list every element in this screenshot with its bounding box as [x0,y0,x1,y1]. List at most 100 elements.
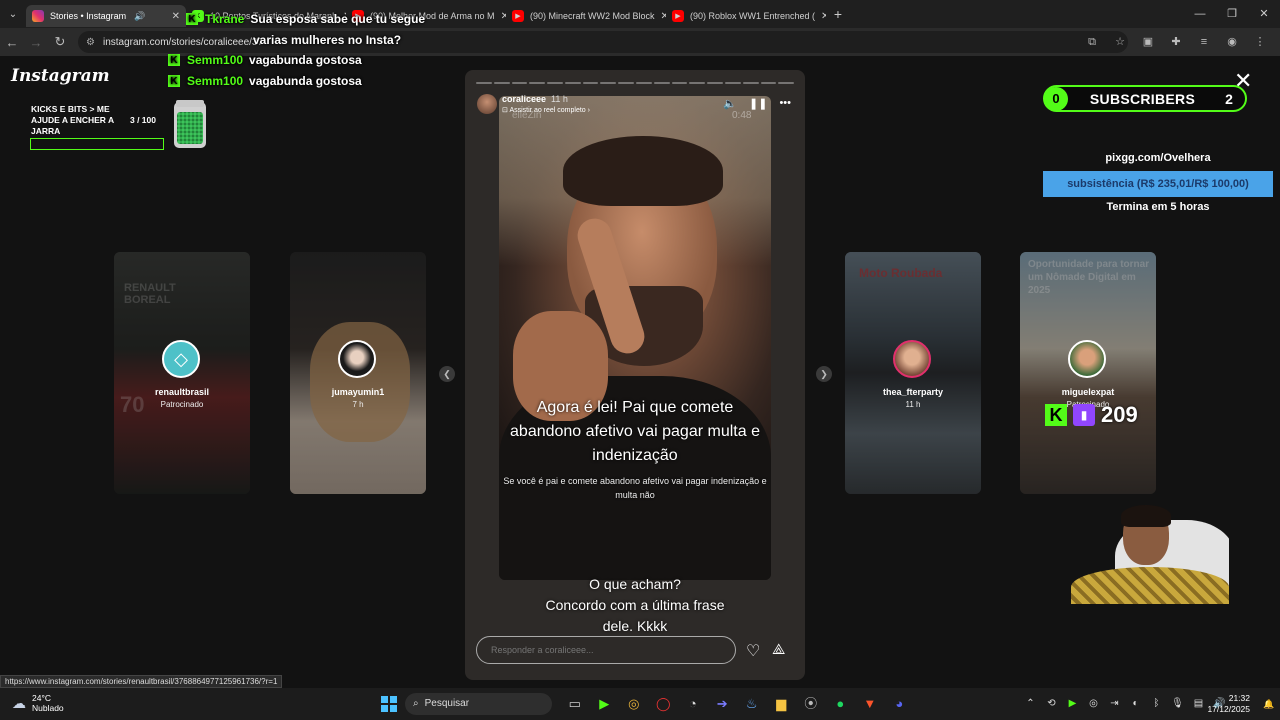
heart-icon[interactable]: ♡ [746,641,760,661]
story-viewer[interactable]: coraliceee 11 h ⊡ Assistir ao reel comple… [465,70,805,680]
forward-icon[interactable]: → [24,35,48,50]
discord-icon[interactable]: ◕ [885,694,915,714]
chat-message: K Semm100 vagabunda gostosa [168,53,362,67]
install-app-icon[interactable]: ⧉ [1080,32,1104,52]
kicks-goal-count: 3 / 100 [130,115,156,125]
story-media[interactable] [499,96,771,580]
progress-segment [529,82,546,84]
back-icon[interactable]: ← [0,35,24,50]
reload-icon[interactable]: ↻ [48,34,72,50]
opera-icon[interactable]: ◯ [649,694,679,714]
chevron-up-icon[interactable]: ⌃ [1020,694,1041,714]
tray-icon[interactable]: ◎ [1083,694,1104,714]
reply-input[interactable] [476,636,736,664]
bluetooth-icon[interactable]: ᛒ [1146,694,1167,714]
kick-icon: K [168,75,180,87]
weather-widget[interactable]: ☁ 24°C Nublado [12,693,64,713]
kick-app-icon[interactable]: ▶ [590,694,620,714]
tab-close-icon[interactable]: ✕ [815,11,826,22]
story-author[interactable]: coraliceee 11 h [502,94,568,104]
github-icon[interactable]: ◔ [678,694,708,714]
minimize-icon[interactable]: — [1184,0,1216,28]
media-icon[interactable]: ≡ [1192,32,1216,52]
send-icon[interactable]: ⟁ [772,641,785,658]
windows-start-icon[interactable] [381,696,397,712]
volume-icon[interactable]: 🔈 [723,97,737,110]
subscribers-goal-widget: 0 SUBSCRIBERS 2 [1043,85,1247,112]
window-controls: — ❐ ✕ [1184,0,1280,28]
microphone-icon[interactable]: 🎙 [1167,694,1188,714]
pix-goal-bar: subsistência (R$ 235,01/R$ 100,00) [1043,171,1273,197]
clock-date: 17/12/2025 [1207,704,1250,714]
youtube-icon: ▶ [512,10,524,22]
tab-youtube-roblox[interactable]: ▶ (90) Roblox WW1 Entrenched ( ✕ [666,5,826,27]
tray-kick-icon[interactable]: ▶ [1062,694,1083,714]
video-watermark: elleZin [512,110,542,121]
app-icon[interactable]: ➔ [708,694,738,714]
youtube-icon: ▶ [672,10,684,22]
close-window-icon[interactable]: ✕ [1248,0,1280,28]
caption-comment: O que acham? Concordo com a última frase… [545,576,725,634]
progress-segment [618,82,635,84]
cloud-icon: ☁ [12,694,26,711]
extension-icon[interactable]: ▣ [1136,32,1160,52]
puzzle-icon[interactable]: ✚ [1164,32,1188,52]
kicks-goal-bar [30,138,164,150]
progress-segment [760,82,777,84]
instagram-logo[interactable]: Instagram [11,66,110,86]
story-card-jumayumin1[interactable]: jumayumin1 7 h [290,252,426,494]
brave-icon[interactable]: ▼ [855,694,885,714]
renault-logo-icon: ◇ [162,340,200,378]
kick-icon: K [1045,404,1067,426]
story-card-miguelexpat[interactable]: Oportunidade para tornar um Nômade Digit… [1020,252,1156,494]
tab-search-icon[interactable]: ⌄ [0,9,26,20]
tab-close-icon[interactable]: ✕ [655,11,666,22]
notification-bell-icon[interactable]: 🔔 [1263,699,1274,710]
pause-icon[interactable]: ❚❚ [749,97,767,110]
subs-goal: 2 [1225,90,1233,107]
progress-segment [671,82,688,84]
restore-icon[interactable]: ❐ [1216,0,1248,28]
tab-title: (90) Roblox WW1 Entrenched ( [690,11,816,21]
chrome-icon[interactable]: ◎ [619,694,649,714]
speaker-icon[interactable]: 🔊 [134,11,145,22]
card-username: thea_fterparty [882,387,944,397]
author-avatar[interactable] [477,94,497,114]
tray-icon[interactable]: ◐ [1125,694,1146,714]
video-timestamp: 0:48 [732,110,752,121]
menu-dots-icon[interactable]: ⋮ [1248,32,1272,52]
profile-avatar-icon[interactable]: ◉ [1220,32,1244,52]
spotify-icon[interactable]: ● [826,694,856,714]
progress-segment [547,82,563,84]
new-tab-button[interactable]: + [826,6,850,22]
story-card-renaultbrasil[interactable]: RENAULT BOREAL 70 ◇ renaultbrasil Patroc… [114,252,250,494]
task-view-icon[interactable]: ▭ [560,694,590,714]
url-field[interactable]: ⚙ instagram.com/stories/coraliceee/37 [78,31,1128,53]
tab-instagram[interactable]: Stories • Instagram 🔊 ✕ [26,5,186,27]
progress-segment [724,82,741,84]
taskbar-search[interactable]: ⌕ Pesquisar [405,693,552,715]
author-username[interactable]: coraliceee [502,94,546,104]
tab-close-icon[interactable]: ✕ [495,11,506,22]
app-icon[interactable]: ⦿ [796,694,826,714]
more-options-icon[interactable]: ••• [779,97,791,110]
kick-icon: K [186,13,198,25]
story-card-thea_fterparty[interactable]: Moto Roubada thea_fterparty 11 h [845,252,981,494]
steam-icon[interactable]: ♨ [737,694,767,714]
progress-segment [511,82,528,84]
prev-story-icon[interactable]: ❮ [439,366,455,382]
card-username: renaultbrasil [154,387,210,397]
jar-icon [174,100,206,148]
tray-icon[interactable]: ⟲ [1041,694,1062,714]
tray-icon[interactable]: ⇥ [1104,694,1125,714]
file-explorer-icon[interactable]: ▆ [767,694,797,714]
story-progress-bar [476,82,795,84]
tab-youtube-minecraft[interactable]: ▶ (90) Minecraft WW2 Mod Block ✕ [506,5,666,27]
taskbar-clock[interactable]: 21:32 17/12/2025 [1204,693,1250,715]
next-story-icon[interactable]: ❯ [816,366,832,382]
chat-message-continued: varias mulheres no Insta? [253,33,402,47]
tab-close-icon[interactable]: ✕ [166,11,180,22]
pix-time-left: Termina em 5 horas [1106,201,1210,213]
site-info-icon[interactable]: ⚙ [86,37,95,48]
bookmark-star-icon[interactable]: ☆ [1108,32,1132,52]
